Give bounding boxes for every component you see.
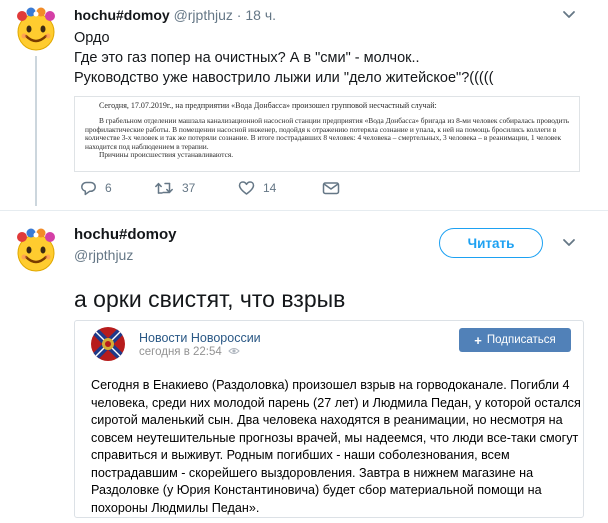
tweet-text-line: Где это газ попер на очистных? А в "сми"… (74, 50, 420, 66)
retweet-count: 37 (182, 181, 196, 195)
emoji-face-with-flower-crown-icon (17, 7, 55, 51)
plus-icon: + (474, 332, 482, 348)
post-line: похороны Людмилы Педан». (91, 500, 260, 515)
document-line: Сегодня, 17.07.2019г., на предприятии «В… (99, 101, 437, 110)
retweet-icon (155, 182, 173, 194)
reply-icon (81, 181, 96, 196)
subscribe-label: Подписаться (486, 334, 556, 346)
attached-document-image[interactable]: Сегодня, 17.07.2019г., на предприятии «В… (74, 96, 580, 172)
tweet-text: Ордо Где это газ попер на очистных? А в … (74, 28, 594, 88)
thread-line (35, 56, 37, 206)
tweet-text: а орки свистят, что взрыв (74, 286, 346, 312)
post-line: человека, среди них молодой парень (27 л… (91, 395, 581, 410)
document-line: Причины происшествия устанавливаются. (99, 150, 234, 160)
tweet-time[interactable]: 18 ч. (245, 7, 276, 23)
avatar[interactable] (12, 225, 60, 273)
separator-dot: · (236, 7, 242, 23)
subscribe-button[interactable]: + Подписаться (459, 328, 571, 352)
reply-count: 6 (105, 181, 112, 195)
post-line: Сегодня в Енакиево (Раздоловка) произоше… (91, 378, 570, 392)
post-time: сегодня в 22:54 (139, 346, 240, 358)
display-name[interactable]: hochu#domoy (74, 7, 170, 23)
tweet-text-line: Ордо (74, 30, 110, 46)
user-handle[interactable]: @rjpthjuz (74, 247, 133, 263)
like-button[interactable]: 14 (238, 180, 276, 196)
embedded-post-image[interactable]: Новости Новороссии сегодня в 22:54 + Под… (74, 320, 584, 518)
group-logo-icon[interactable] (91, 327, 125, 361)
eye-icon (228, 346, 240, 358)
post-line: Раздоловке (у Юрия Константиновича) буде… (91, 483, 542, 497)
emoji-face-with-flower-crown-icon (17, 228, 55, 272)
tweet-text-line: Руководство уже навострило лыжи или "дел… (74, 70, 494, 86)
reply-button[interactable]: 6 (80, 180, 112, 196)
chevron-down-icon[interactable] (562, 10, 576, 20)
user-handle[interactable]: @rjpthjuz (174, 7, 233, 23)
document-paragraph: В грабельном отделении машзала канализац… (85, 116, 570, 151)
heart-icon (238, 181, 255, 195)
envelope-icon (322, 182, 340, 195)
post-line: справиться и выживут. Родным погибших - … (91, 448, 510, 462)
tweet-divider (0, 210, 608, 211)
post-time-text: сегодня в 22:54 (139, 346, 222, 358)
follow-button[interactable]: Читать (439, 228, 543, 258)
chevron-down-icon[interactable] (562, 238, 576, 248)
post-body: Сегодня в Енакиево (Раздоловка) произоше… (91, 377, 581, 517)
group-name-link[interactable]: Новости Новороссии (139, 331, 261, 345)
post-line: сиротой маленький сын. Два человека нахо… (91, 413, 563, 427)
post-line: пострадавшим - скорейшего выздоровления.… (91, 465, 534, 480)
tweet-header: hochu#domoy @rjpthjuz · 18 ч. (74, 7, 276, 23)
like-count: 14 (263, 181, 277, 195)
avatar[interactable] (12, 4, 60, 52)
display-name[interactable]: hochu#domoy (74, 226, 177, 243)
retweet-button[interactable]: 37 (154, 180, 195, 196)
direct-message-button[interactable] (322, 180, 348, 196)
post-line: совсем неутешительные прогнозы врачей, м… (91, 430, 579, 445)
